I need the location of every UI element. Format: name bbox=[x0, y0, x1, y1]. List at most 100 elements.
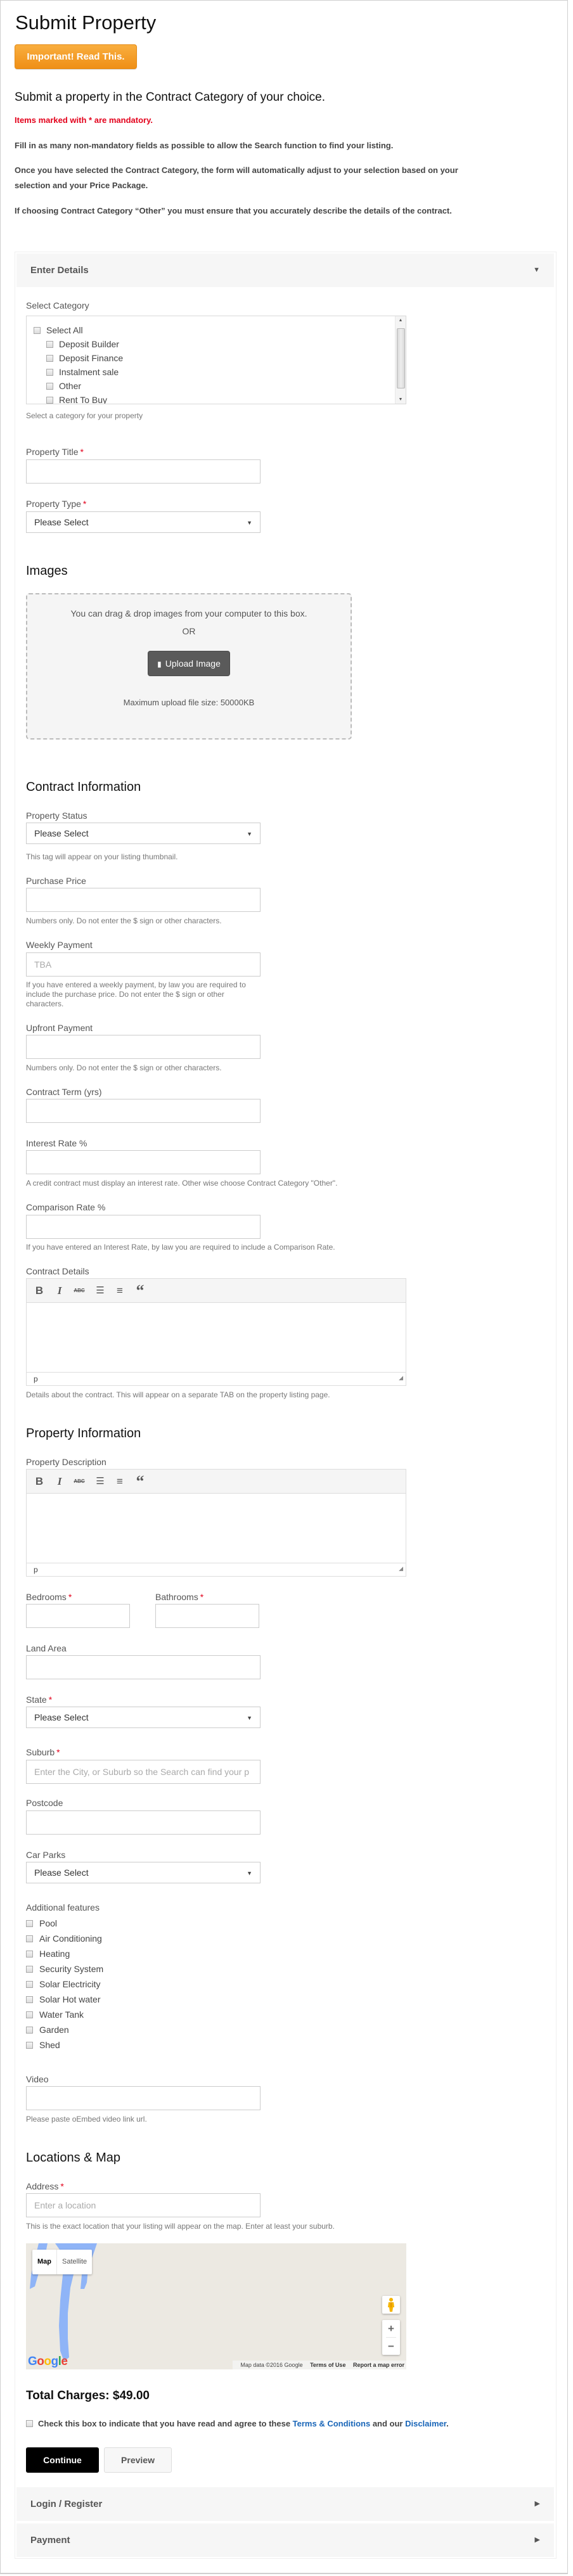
suburb-input[interactable]: Enter the City, or Suburb so the Search … bbox=[26, 1760, 261, 1784]
checkbox[interactable] bbox=[26, 2041, 33, 2049]
bullet-list-icon[interactable]: ☰ bbox=[93, 1279, 108, 1302]
map-data-credit: Map data ©2016 Google bbox=[240, 2362, 303, 2368]
feature-checkbox[interactable]: Solar Hot water bbox=[26, 1994, 100, 2004]
upload-image-button[interactable]: ▮ Upload Image bbox=[148, 651, 230, 676]
resize-handle-icon[interactable]: ◢ bbox=[399, 1371, 403, 1384]
additional-features-label: Additional features bbox=[26, 1902, 100, 1913]
numbered-list-icon[interactable]: ≡ bbox=[112, 1279, 127, 1302]
important-read-this-button[interactable]: Important! Read This. bbox=[15, 44, 137, 69]
map-type-satellite-button[interactable]: Satellite bbox=[57, 2250, 92, 2274]
checkbox[interactable] bbox=[46, 396, 53, 404]
checkbox[interactable] bbox=[46, 354, 53, 362]
map-type-map-button[interactable]: Map bbox=[32, 2250, 57, 2274]
purchase-price-hint: Numbers only. Do not enter the $ sign or… bbox=[26, 916, 222, 925]
category-option[interactable]: Other bbox=[46, 380, 81, 392]
zoom-out-button[interactable]: − bbox=[382, 2338, 400, 2355]
scrollbar-thumb[interactable] bbox=[397, 328, 405, 388]
checkbox[interactable] bbox=[26, 1950, 33, 1958]
terms-of-use-link[interactable]: Terms of Use bbox=[310, 2362, 345, 2368]
accordion-enter-details[interactable]: Enter Details ▼ bbox=[16, 253, 554, 287]
feature-checkbox[interactable]: Water Tank bbox=[26, 2009, 84, 2020]
postcode-input[interactable] bbox=[26, 1810, 261, 1835]
element-path: p bbox=[34, 1375, 38, 1383]
upfront-payment-hint: Numbers only. Do not enter the $ sign or… bbox=[26, 1063, 222, 1072]
caret-right-icon: ▶ bbox=[534, 2536, 540, 2544]
checkbox[interactable] bbox=[26, 1935, 33, 1942]
terms-agreement: Check this box to indicate that you have… bbox=[26, 2419, 449, 2428]
resize-handle-icon[interactable]: ◢ bbox=[399, 1562, 403, 1575]
category-option[interactable]: Rent To Buy bbox=[46, 394, 107, 404]
checkbox[interactable] bbox=[34, 326, 41, 334]
category-option[interactable]: Instalment sale bbox=[46, 366, 119, 378]
interest-rate-input[interactable] bbox=[26, 1150, 261, 1174]
feature-checkbox[interactable]: Air Conditioning bbox=[26, 1933, 102, 1944]
scroll-up-arrow-icon[interactable]: ▲ bbox=[396, 318, 406, 323]
checkbox[interactable] bbox=[26, 1996, 33, 2003]
report-map-error-link[interactable]: Report a map error bbox=[353, 2362, 404, 2368]
strikethrough-icon[interactable]: ABC bbox=[72, 1470, 87, 1493]
state-select[interactable]: Please Select ▼ bbox=[26, 1707, 261, 1728]
street-view-pegman-icon[interactable] bbox=[382, 2296, 400, 2314]
feature-checkbox[interactable]: Heating bbox=[26, 1949, 70, 1959]
italic-icon[interactable]: I bbox=[52, 1470, 67, 1493]
property-type-select[interactable]: Please Select ▼ bbox=[26, 511, 261, 533]
checkbox[interactable] bbox=[46, 382, 53, 390]
bold-icon[interactable]: B bbox=[32, 1279, 47, 1302]
strikethrough-icon[interactable]: ABC bbox=[72, 1279, 87, 1302]
page-title: Submit Property bbox=[15, 11, 157, 34]
weekly-payment-input[interactable]: TBA bbox=[26, 952, 261, 977]
checkbox[interactable] bbox=[46, 368, 53, 376]
listbox-scrollbar[interactable]: ▲ ▼ bbox=[395, 316, 406, 404]
checkbox[interactable] bbox=[26, 1965, 33, 1973]
bold-icon[interactable]: B bbox=[32, 1470, 47, 1493]
category-listbox[interactable]: Select All Deposit Builder Deposit Finan… bbox=[26, 316, 406, 404]
feature-checkbox[interactable]: Pool bbox=[26, 1918, 57, 1928]
checkbox[interactable] bbox=[46, 340, 53, 348]
bullet-list-icon[interactable]: ☰ bbox=[93, 1470, 108, 1493]
property-status-select[interactable]: Please Select ▼ bbox=[26, 823, 261, 844]
accordion-payment[interactable]: Payment ▶ bbox=[16, 2523, 554, 2557]
feature-checkbox[interactable]: Security System bbox=[26, 1964, 103, 1974]
video-input[interactable] bbox=[26, 2086, 261, 2110]
category-option[interactable]: Deposit Finance bbox=[46, 352, 123, 364]
preview-button[interactable]: Preview bbox=[104, 2447, 172, 2473]
continue-button[interactable]: Continue bbox=[26, 2447, 99, 2473]
image-dropzone[interactable]: You can drag & drop images from your com… bbox=[26, 593, 352, 740]
upfront-payment-label: Upfront Payment bbox=[26, 1023, 93, 1033]
feature-checkbox[interactable]: Solar Electricity bbox=[26, 1979, 100, 1989]
bedrooms-input[interactable] bbox=[26, 1604, 130, 1628]
upfront-payment-input[interactable] bbox=[26, 1035, 261, 1059]
contract-details-editor[interactable]: B I ABC ☰ ≡ “ p ◢ bbox=[26, 1278, 406, 1386]
blockquote-icon[interactable]: “ bbox=[132, 1470, 148, 1493]
italic-icon[interactable]: I bbox=[52, 1279, 67, 1302]
interest-rate-hint: A credit contract must display an intere… bbox=[26, 1179, 338, 1188]
select-all-option[interactable]: Select All bbox=[34, 324, 83, 336]
checkbox[interactable] bbox=[26, 1919, 33, 1927]
terms-conditions-link[interactable]: Terms & Conditions bbox=[293, 2419, 371, 2428]
agree-checkbox[interactable] bbox=[26, 2420, 33, 2428]
numbered-list-icon[interactable]: ≡ bbox=[112, 1470, 127, 1493]
checkbox[interactable] bbox=[26, 1980, 33, 1988]
property-description-label: Property Description bbox=[26, 1457, 106, 1467]
location-map[interactable]: Map Satellite + − Google Map data ©2016 … bbox=[26, 2243, 406, 2369]
checkbox[interactable] bbox=[26, 2026, 33, 2034]
accordion-title: Enter Details bbox=[30, 265, 89, 276]
property-title-input[interactable] bbox=[26, 459, 261, 484]
address-input[interactable]: Enter a location bbox=[26, 2193, 261, 2217]
zoom-in-button[interactable]: + bbox=[382, 2320, 400, 2337]
checkbox[interactable] bbox=[26, 2011, 33, 2018]
feature-checkbox[interactable]: Shed bbox=[26, 2040, 60, 2050]
car-parks-select[interactable]: Please Select ▼ bbox=[26, 1862, 261, 1883]
disclaimer-link[interactable]: Disclaimer bbox=[405, 2419, 446, 2428]
comparison-rate-input[interactable] bbox=[26, 1215, 261, 1239]
land-area-input[interactable] bbox=[26, 1655, 261, 1679]
bathrooms-input[interactable] bbox=[155, 1604, 259, 1628]
purchase-price-input[interactable] bbox=[26, 888, 261, 912]
category-option[interactable]: Deposit Builder bbox=[46, 338, 119, 350]
property-description-editor[interactable]: B I ABC ☰ ≡ “ p ◢ bbox=[26, 1469, 406, 1577]
scroll-down-arrow-icon[interactable]: ▼ bbox=[396, 397, 406, 402]
feature-checkbox[interactable]: Garden bbox=[26, 2025, 69, 2035]
contract-term-input[interactable] bbox=[26, 1099, 261, 1123]
accordion-login-register[interactable]: Login / Register ▶ bbox=[16, 2487, 554, 2521]
blockquote-icon[interactable]: “ bbox=[132, 1279, 148, 1302]
